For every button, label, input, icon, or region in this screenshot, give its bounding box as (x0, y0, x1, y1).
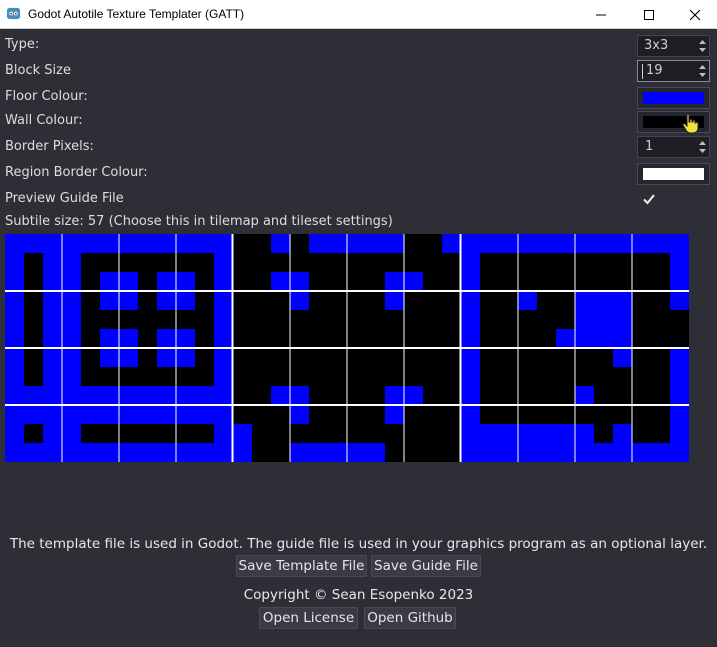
block-size-label: Block Size (5, 63, 71, 78)
hand-pointer-icon (682, 113, 699, 134)
description-text: The template file is used in Godot. The … (9, 536, 708, 552)
spin-arrows-icon (699, 65, 706, 77)
wall-colour-picker[interactable] (637, 111, 710, 133)
preview-floor-cell (119, 348, 138, 367)
preview-floor-cell (556, 329, 575, 348)
window-title: Godot Autotile Texture Templater (GATT) (28, 7, 245, 21)
block-size-value: 19 (646, 63, 663, 78)
region-border-colour-label: Region Border Colour: (5, 165, 148, 180)
preview-floor-cell (613, 424, 632, 462)
floor-colour-picker[interactable] (637, 87, 710, 109)
preview-floor-cell (442, 234, 461, 253)
preview-region-border (5, 290, 689, 292)
subtile-size-info: Subtile size: 57 (Choose this in tilemap… (5, 214, 393, 229)
preview-floor-cell (461, 234, 537, 253)
preview-floor-cell (613, 348, 632, 367)
preview-wall-cell (271, 291, 290, 310)
close-icon (689, 9, 701, 20)
preview-floor-cell (575, 291, 632, 348)
preview-floor-cell (271, 234, 290, 253)
preview-wall-cell (24, 253, 43, 386)
preview-wall-cell (670, 310, 689, 348)
region-border-colour-picker[interactable] (637, 163, 710, 185)
preview-guide-label: Preview Guide File (5, 191, 124, 206)
preview-floor-cell (575, 386, 594, 405)
preview-region-border (231, 234, 233, 462)
template-preview (5, 234, 689, 462)
preview-wall-cell (404, 291, 423, 310)
preview-floor-cell (233, 424, 252, 462)
floor-colour-label: Floor Colour: (5, 89, 88, 104)
preview-floor-cell (176, 348, 195, 367)
preview-floor-cell (556, 234, 575, 253)
preview-floor-cell (176, 291, 195, 310)
preview-floor-cell (309, 234, 404, 253)
checkmark-icon (643, 194, 655, 205)
border-pixels-value: 1 (645, 139, 654, 154)
copyright-text: Copyright © Sean Esopenko 2023 (243, 587, 474, 603)
preview-region-border (5, 347, 689, 349)
type-select[interactable]: 3x3 (637, 35, 710, 57)
preview-wall-cell (404, 405, 423, 424)
preview-wall-cell (271, 405, 290, 424)
type-value: 3x3 (644, 38, 669, 53)
region-border-colour-swatch (643, 168, 704, 180)
block-size-spinbox[interactable]: 19 (637, 60, 710, 82)
open-github-button[interactable]: Open Github (364, 607, 456, 629)
window-titlebar: Godot Autotile Texture Templater (GATT) (0, 0, 717, 29)
preview-floor-cell (290, 443, 385, 462)
preview-guide-checkbox[interactable] (641, 191, 657, 207)
border-pixels-label: Border Pixels: (5, 139, 94, 154)
save-guide-button[interactable]: Save Guide File (371, 555, 481, 577)
close-button[interactable] (672, 0, 717, 29)
spin-arrows-icon (699, 141, 706, 153)
border-pixels-spinbox[interactable]: 1 (637, 136, 710, 158)
maximize-button[interactable] (626, 0, 672, 29)
text-caret (642, 64, 643, 79)
preview-floor-cell (480, 424, 594, 443)
maximize-icon (644, 9, 654, 20)
minimize-icon (596, 14, 606, 15)
godot-app-icon (6, 7, 21, 20)
spin-arrows-icon (699, 40, 706, 52)
preview-wall-cell (24, 424, 43, 443)
open-license-button[interactable]: Open License (259, 607, 358, 629)
preview-floor-cell (119, 291, 138, 310)
minimize-button[interactable] (578, 0, 624, 29)
wall-colour-label: Wall Colour: (5, 113, 83, 128)
preview-region-border (459, 234, 461, 462)
floor-colour-swatch (643, 92, 704, 104)
preview-region-border (5, 404, 689, 406)
preview-floor-cell (518, 291, 537, 310)
type-label: Type: (5, 37, 40, 52)
preview-wall-cell (81, 424, 214, 443)
save-template-button[interactable]: Save Template File (236, 555, 367, 577)
